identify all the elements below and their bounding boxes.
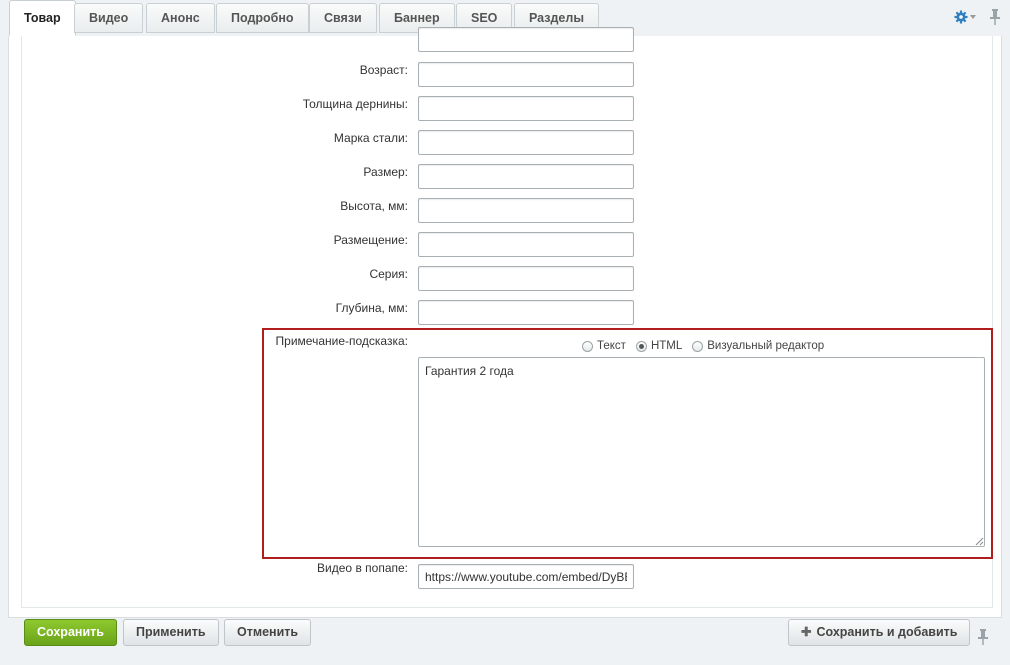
row-height: Высота, мм:	[22, 198, 992, 224]
field-label: Марка стали:	[333, 131, 408, 145]
row-placement: Размещение:	[22, 232, 992, 258]
mode-text-radio[interactable]: Текст	[582, 340, 626, 352]
row-series: Серия:	[22, 266, 992, 292]
form-panel: Возраст: Толщина дернины: Марка стали: Р…	[8, 27, 1002, 618]
field-label: Толщина дернины:	[302, 97, 408, 111]
radio-dot	[582, 340, 593, 352]
tab-video[interactable]: Видео	[74, 3, 144, 33]
row-age: Возраст:	[22, 62, 992, 88]
tab-anons[interactable]: Анонс	[146, 3, 215, 33]
field-label: Возраст:	[359, 63, 408, 77]
mode-visual-radio[interactable]: Визуальный редактор	[692, 340, 824, 352]
note-mode-selector: Текст HTML Визуальный редактор	[582, 340, 834, 352]
radio-label: Визуальный редактор	[707, 340, 825, 352]
radio-dot	[692, 340, 704, 352]
resize-grip-icon[interactable]	[974, 536, 984, 546]
chevron-down-icon	[970, 15, 976, 19]
radio-dot-selected	[635, 340, 647, 352]
field-label: Размер:	[363, 165, 408, 179]
video-popup-input[interactable]	[418, 564, 634, 589]
tab-tovar[interactable]: Товар	[9, 0, 76, 36]
steel-grade-input[interactable]	[418, 130, 634, 155]
row-steel-grade: Марка стали:	[22, 130, 992, 156]
field-label: Серия:	[369, 267, 408, 281]
field-label: Размещение:	[333, 233, 408, 247]
radio-label: HTML	[650, 340, 683, 352]
row-size: Размер:	[22, 164, 992, 190]
placement-input[interactable]	[418, 232, 634, 257]
save-button[interactable]: Сохранить	[24, 619, 117, 646]
settings-button[interactable]	[954, 9, 978, 25]
depth-input[interactable]	[418, 300, 634, 325]
series-input[interactable]	[418, 266, 634, 291]
pin-icon[interactable]	[988, 9, 1002, 25]
mode-html-radio[interactable]: HTML	[635, 340, 683, 352]
radio-label: Текст	[597, 340, 626, 352]
note-label: Примечание-подсказка:	[275, 334, 408, 348]
size-input[interactable]	[418, 164, 634, 189]
tab-svyazi[interactable]: Связи	[309, 3, 377, 33]
height-input[interactable]	[418, 198, 634, 223]
age-input[interactable]	[418, 62, 634, 87]
tab-podrobno[interactable]: Подробно	[216, 3, 309, 33]
row-turf-thickness: Толщина дернины:	[22, 96, 992, 122]
note-textarea[interactable]: Гарантия 2 года	[418, 357, 985, 547]
save-and-add-label: Сохранить и добавить	[816, 625, 958, 639]
apply-button[interactable]: Применить	[123, 619, 219, 646]
pin-icon[interactable]	[977, 629, 989, 645]
scrolled-field[interactable]	[418, 27, 634, 52]
turf-thickness-input[interactable]	[418, 96, 634, 121]
row-depth: Глубина, мм:	[22, 300, 992, 326]
field-label: Глубина, мм:	[335, 301, 408, 315]
plus-icon: ✚	[801, 625, 812, 639]
field-label: Высота, мм:	[340, 199, 408, 213]
form-content: Возраст: Толщина дернины: Марка стали: Р…	[21, 27, 993, 608]
cancel-button[interactable]: Отменить	[224, 619, 312, 646]
video-popup-label: Видео в попапе:	[317, 561, 408, 575]
save-and-add-button[interactable]: ✚ Сохранить и добавить	[788, 619, 971, 646]
gear-icon	[954, 10, 968, 24]
row-video-popup: Видео в попапе:	[22, 561, 992, 590]
